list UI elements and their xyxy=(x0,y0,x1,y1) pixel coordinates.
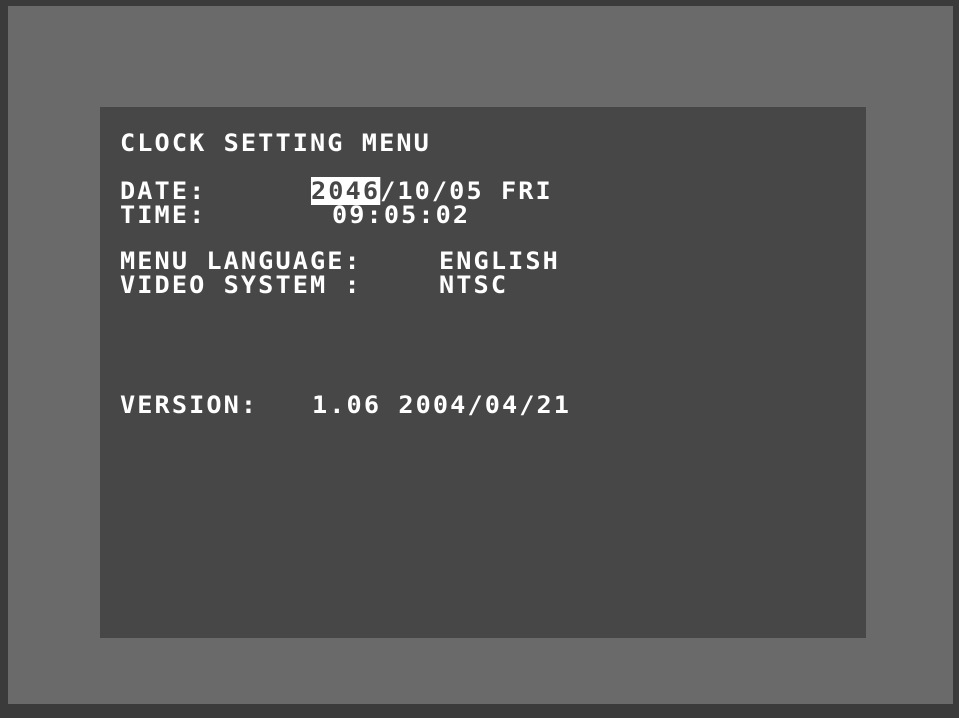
time-field[interactable]: 09:05:02 xyxy=(332,203,470,227)
menu-language-value[interactable]: ENGLISH xyxy=(439,249,560,273)
video-system-label: VIDEO SYSTEM : xyxy=(120,271,362,299)
version-label: VERSION: xyxy=(120,391,259,419)
menu-title: CLOCK SETTING MENU xyxy=(120,129,431,157)
monitor-bezel: CLOCK SETTING MENU DATE: 2046/10/05 FRI … xyxy=(0,0,959,718)
time-label: TIME: xyxy=(120,201,207,229)
menu-language-label: MENU LANGUAGE: xyxy=(120,247,362,275)
version-value: 1.06 2004/04/21 xyxy=(312,391,572,419)
osd-screen: CLOCK SETTING MENU DATE: 2046/10/05 FRI … xyxy=(100,107,866,638)
date-field[interactable]: 2046/10/05 FRI xyxy=(311,177,553,205)
video-system-value[interactable]: NTSC xyxy=(439,273,508,297)
date-label: DATE: xyxy=(120,177,207,205)
